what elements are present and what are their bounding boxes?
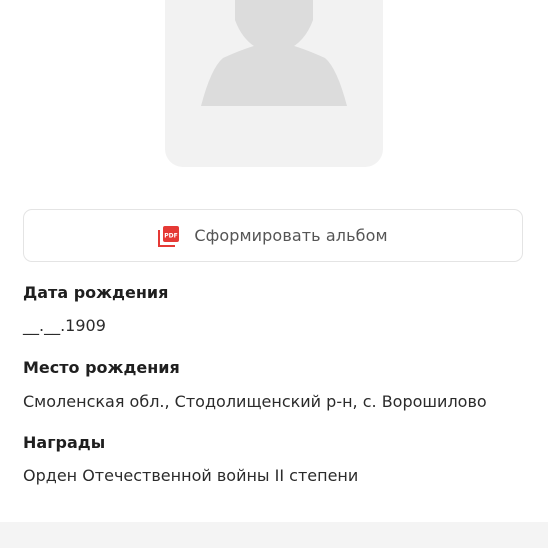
birth-date-title: Дата рождения [23,283,169,302]
portrait-placeholder [165,0,383,167]
generate-album-label: Сформировать альбом [194,226,388,245]
birth-date-value: __.__.1909 [23,316,106,335]
birth-place-value: Смоленская обл., Стодолищенский р-н, с. … [23,392,487,411]
svg-text:PDF: PDF [165,232,178,239]
awards-value: Орден Отечественной войны II степени [23,466,359,485]
footer-divider [0,522,548,548]
person-profile-page: PDF Сформировать альбом Дата рождения __… [0,0,548,548]
birth-place-title: Место рождения [23,358,180,377]
awards-title: Награды [23,433,106,452]
generate-album-button[interactable]: PDF Сформировать альбом [23,209,523,262]
pdf-icon: PDF [158,225,180,247]
person-silhouette-icon [201,0,347,106]
